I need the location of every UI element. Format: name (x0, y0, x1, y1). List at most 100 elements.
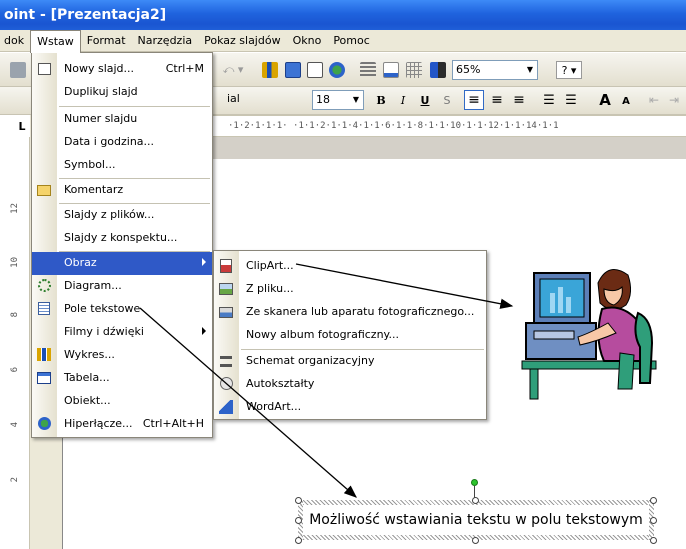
grid-icon[interactable] (406, 62, 422, 78)
shadow-button[interactable]: S (438, 91, 456, 109)
menu-item-movies-sounds[interactable]: Filmy i dźwięki (32, 321, 212, 344)
hyperlink-icon[interactable] (329, 62, 345, 78)
align-left-button[interactable]: ≡ (464, 90, 484, 110)
menu-help[interactable]: Pomoc (327, 30, 375, 52)
resize-handle-s[interactable] (472, 537, 479, 544)
tables-borders-icon[interactable] (307, 62, 323, 78)
autoshapes-icon (220, 377, 233, 390)
zoom-combo[interactable]: 65% ▼ (452, 60, 538, 80)
menu-item-chart[interactable]: Wykres... (32, 344, 212, 367)
textbox-text[interactable]: Możliwość wstawiania tekstu w polu tekst… (303, 505, 649, 535)
menu-insert[interactable]: Wstaw (30, 29, 81, 53)
insert-chart-icon[interactable] (262, 62, 278, 78)
menu-item-from-file[interactable]: Z pliku... (214, 278, 486, 301)
hyperlink-icon (38, 417, 51, 430)
diagram-icon (38, 279, 51, 292)
slide-textbox[interactable]: Możliwość wstawiania tekstu w polu tekst… (298, 500, 654, 540)
help-icon[interactable]: ? ▾ (556, 61, 582, 79)
resize-handle-se[interactable] (650, 537, 657, 544)
shrink-font-button[interactable]: A (618, 92, 634, 110)
expand-all-icon[interactable] (360, 62, 376, 78)
menu-item-date-time[interactable]: Data i godzina... (32, 131, 212, 154)
clipart-person-computer-icon[interactable] (520, 243, 662, 403)
increase-indent-icon[interactable]: ⇥ (666, 91, 682, 109)
grow-font-button[interactable]: A (596, 90, 614, 110)
menu-item-text-box[interactable]: Pole tekstowe (32, 298, 212, 321)
menu-separator (59, 106, 210, 107)
print-icon[interactable] (10, 62, 26, 78)
menu-item-label: Nowy slajd... (64, 62, 135, 75)
font-size-combo[interactable]: 18 ▼ (312, 90, 364, 110)
menu-item-label: Obraz (64, 256, 97, 269)
menu-item-label: Hiperłącze... (64, 417, 133, 430)
menu-item-clipart[interactable]: ClipArt... (214, 255, 486, 278)
resize-handle-nw[interactable] (295, 497, 302, 504)
zoom-value: 65% (456, 63, 481, 76)
font-combo[interactable]: ial (224, 90, 310, 110)
menu-item-new-slide[interactable]: Nowy slajd... Ctrl+M (32, 58, 212, 81)
menu-item-autoshapes[interactable]: Autokształty (214, 373, 486, 396)
menu-item-label: Numer slajdu (64, 112, 138, 125)
menu-item-label: Schemat organizacyjny (246, 354, 375, 367)
menu-item-object[interactable]: Obiekt... (32, 390, 212, 413)
menu-item-label: Slajdy z plików... (64, 208, 155, 221)
italic-button[interactable]: I (394, 91, 412, 109)
menu-item-label: Filmy i dźwięki (64, 325, 144, 338)
chevron-down-icon[interactable]: ▼ (523, 61, 537, 79)
menu-item-new-photo-album[interactable]: Nowy album fotograficzny... (214, 324, 486, 347)
tab-stop-icon[interactable]: L (16, 120, 28, 133)
menu-item-duplicate-slide[interactable]: Duplikuj slajd (32, 81, 212, 104)
align-center-icon[interactable]: ≡ (488, 91, 506, 109)
menu-item-symbol[interactable]: Symbol... (32, 154, 212, 177)
undo-icon[interactable]: ⤺ ▾ (222, 61, 244, 79)
menu-item-comment[interactable]: Komentarz (32, 179, 212, 202)
underline-button[interactable]: U (416, 91, 434, 109)
menu-item-label: Obiekt... (64, 394, 111, 407)
submenu-arrow-icon (202, 258, 206, 266)
resize-handle-w[interactable] (295, 517, 302, 524)
menu-item-slide-number[interactable]: Numer slajdu (32, 108, 212, 131)
submenu-arrow-icon (202, 327, 206, 335)
menu-item-slides-from-outline[interactable]: Slajdy z konspektu... (32, 227, 212, 250)
menu-item-wordart[interactable]: WordArt... (214, 396, 486, 419)
bold-button[interactable]: B (372, 91, 390, 109)
menu-item-org-chart[interactable]: Schemat organizacyjny (214, 350, 486, 373)
menu-item-label: Slajdy z konspektu... (64, 231, 178, 244)
menu-item-shortcut: Ctrl+Alt+H (142, 417, 204, 430)
menu-item-label: Ze skanera lub aparatu fotograficznego..… (246, 305, 475, 318)
menu-item-label: ClipArt... (246, 259, 294, 272)
text-box-icon (38, 302, 50, 315)
menu-format[interactable]: Format (81, 30, 132, 52)
align-right-icon[interactable]: ≡ (510, 91, 528, 109)
menu-view[interactable]: dok (0, 30, 30, 52)
menu-bar: dok Wstaw Format Narzędzia Pokaz slajdów… (0, 29, 686, 53)
decrease-indent-icon[interactable]: ⇤ (646, 91, 662, 109)
menu-item-slides-from-files[interactable]: Slajdy z plików... (32, 204, 212, 227)
menu-item-label: WordArt... (246, 400, 302, 413)
scanner-icon (219, 307, 233, 318)
resize-handle-sw[interactable] (295, 537, 302, 544)
resize-handle-n[interactable] (472, 497, 479, 504)
menu-item-picture[interactable]: Obraz (32, 252, 212, 275)
bullets-icon[interactable]: ☰ (562, 91, 580, 109)
rotate-handle[interactable] (471, 479, 478, 486)
resize-handle-e[interactable] (650, 517, 657, 524)
menu-item-table[interactable]: Tabela... (32, 367, 212, 390)
menu-item-diagram[interactable]: Diagram... (32, 275, 212, 298)
menu-item-shortcut: Ctrl+M (165, 62, 204, 75)
vertical-ruler[interactable]: 12 10 8 6 4 2 (0, 137, 30, 549)
wordart-icon (219, 400, 233, 414)
numbering-icon[interactable]: ☰ (540, 91, 558, 109)
resize-handle-ne[interactable] (650, 497, 657, 504)
menu-slideshow[interactable]: Pokaz slajdów (198, 30, 286, 52)
new-slide-icon (38, 63, 51, 75)
menu-item-hyperlink[interactable]: Hiperłącze... Ctrl+Alt+H (32, 413, 212, 436)
menu-item-from-scanner[interactable]: Ze skanera lub aparatu fotograficznego..… (214, 301, 486, 324)
show-formatting-icon[interactable] (383, 62, 399, 78)
picture-file-icon (219, 283, 233, 295)
chevron-down-icon[interactable]: ▼ (349, 91, 363, 109)
color-grayscale-icon[interactable] (430, 62, 446, 78)
menu-tools[interactable]: Narzędzia (132, 30, 199, 52)
menu-window[interactable]: Okno (287, 30, 328, 52)
insert-table-icon[interactable] (285, 62, 301, 78)
